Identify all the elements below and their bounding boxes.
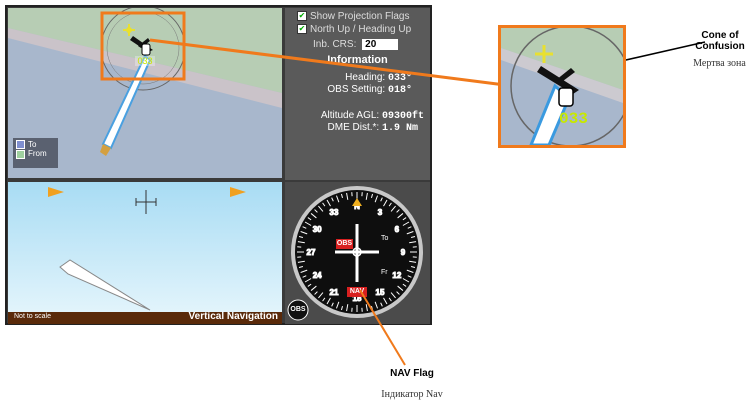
- zoom-inset: 033: [498, 25, 626, 148]
- zoom-hand-cursor-icon: [558, 87, 574, 107]
- zoom-heading-tag: 033: [559, 110, 588, 128]
- nav-flag-translation: Індикатор Nav: [381, 389, 443, 400]
- nav-flag-pointer-line: [359, 289, 406, 366]
- nav-flag-title: NAV Flag: [390, 368, 434, 379]
- callout-connectors: [149, 38, 706, 366]
- cone-of-confusion-translation: Мертва зона: [693, 58, 746, 69]
- cone-of-confusion-title: Cone of Confusion: [695, 30, 745, 52]
